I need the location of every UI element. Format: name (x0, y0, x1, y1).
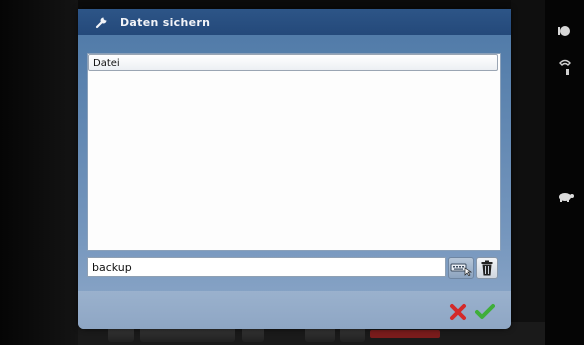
trash-icon (481, 260, 493, 276)
background-left (0, 0, 78, 345)
cancel-button[interactable] (447, 301, 469, 323)
side-bar (545, 0, 584, 345)
delete-button[interactable] (476, 257, 498, 279)
keyboard-icon (450, 263, 472, 276)
screen: Daten sichern Datei (0, 0, 584, 345)
wrench-icon-graphic (95, 17, 107, 29)
bottom-red-indicator (370, 330, 440, 338)
wrench-icon (94, 14, 110, 30)
background-right-panel (511, 0, 545, 345)
record-icon-graphic (557, 26, 570, 36)
close-icon (450, 304, 466, 320)
backup-dialog: Daten sichern Datei (78, 9, 511, 329)
file-list-column-header[interactable]: Datei (88, 54, 498, 71)
record-icon[interactable] (545, 20, 584, 42)
confirm-button[interactable] (474, 301, 496, 323)
dialog-titlebar: Daten sichern (78, 9, 511, 35)
tool-icon[interactable] (545, 56, 584, 78)
dialog-title: Daten sichern (120, 15, 211, 29)
checkmark-icon (475, 304, 495, 319)
tortoise-icon-graphic (558, 193, 574, 202)
tool-icon-graphic (558, 59, 571, 75)
keyboard-button[interactable] (448, 257, 474, 279)
tortoise-icon[interactable] (545, 186, 584, 208)
filename-input[interactable] (87, 257, 446, 277)
file-list[interactable]: Datei (87, 53, 501, 251)
